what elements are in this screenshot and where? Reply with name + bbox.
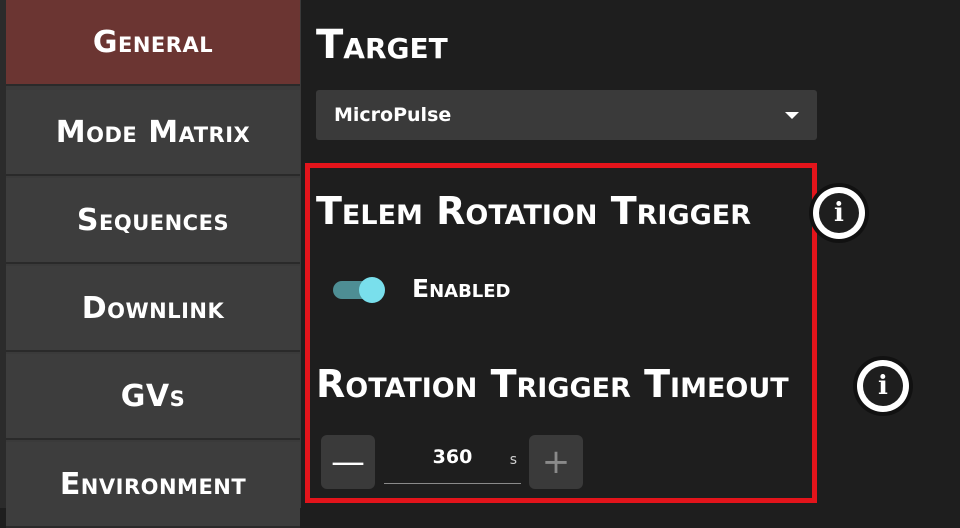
chevron-down-icon	[785, 111, 799, 119]
sidebar: General Mode Matrix Sequences Downlink G…	[0, 0, 301, 528]
info-icon-glyph: i	[819, 193, 859, 233]
timeout-value: 360	[432, 446, 473, 468]
rotation-trigger-timeout-title: Rotation Trigger Timeout	[316, 362, 789, 406]
timeout-input[interactable]: 360 s	[384, 440, 521, 484]
enabled-toggle[interactable]	[333, 277, 387, 303]
decrement-button[interactable]: —	[321, 435, 375, 489]
toggle-label: Enabled	[412, 274, 511, 303]
sidebar-item-general[interactable]: General	[6, 0, 300, 86]
sidebar-edge	[0, 0, 6, 508]
telem-rotation-trigger-title: Telem Rotation Trigger	[316, 189, 752, 233]
sidebar-item-downlink[interactable]: Downlink	[6, 266, 300, 352]
main-panel: Target MicroPulse Telem Rotation Trigger…	[301, 0, 960, 508]
plus-icon: +	[541, 442, 571, 482]
info-icon-glyph: i	[863, 366, 903, 406]
target-select-value: MicroPulse	[334, 104, 452, 126]
info-icon[interactable]: i	[813, 187, 865, 239]
toggle-thumb	[359, 277, 385, 303]
target-title: Target	[316, 22, 448, 68]
increment-button[interactable]: +	[529, 435, 583, 489]
sidebar-item-sequences[interactable]: Sequences	[6, 178, 300, 264]
timeout-unit: s	[509, 452, 517, 468]
sidebar-item-mode-matrix[interactable]: Mode Matrix	[6, 90, 300, 176]
minus-icon: —	[331, 442, 365, 482]
sidebar-item-environment[interactable]: Environment	[6, 442, 300, 528]
target-select[interactable]: MicroPulse	[316, 90, 817, 140]
info-icon[interactable]: i	[857, 360, 909, 412]
sidebar-item-gvs[interactable]: GVs	[6, 354, 300, 440]
